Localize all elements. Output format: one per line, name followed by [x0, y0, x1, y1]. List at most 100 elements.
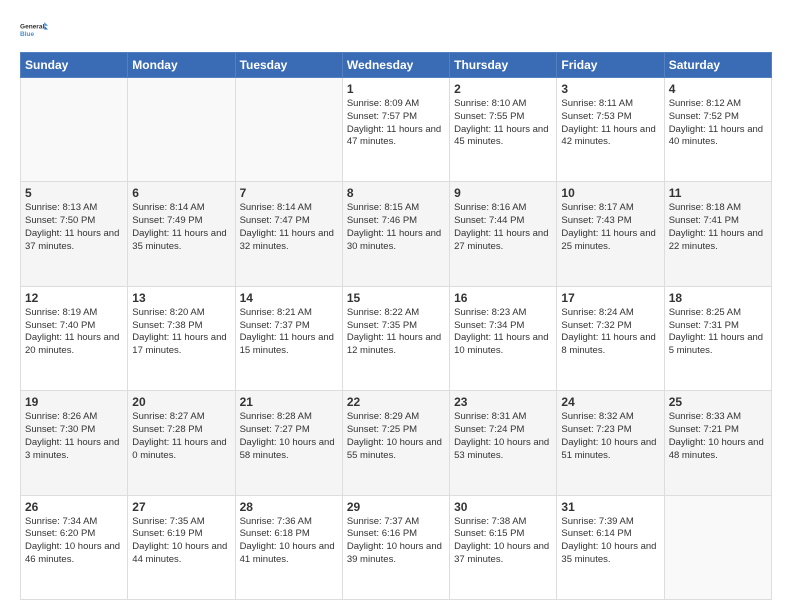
day-info: Sunrise: 8:21 AM Sunset: 7:37 PM Dayligh…: [240, 307, 338, 358]
col-header-tuesday: Tuesday: [235, 53, 342, 78]
svg-text:Blue: Blue: [20, 31, 34, 38]
day-cell: [664, 495, 771, 599]
day-number: 13: [132, 291, 230, 305]
day-number: 7: [240, 186, 338, 200]
col-header-saturday: Saturday: [664, 53, 771, 78]
day-cell: 22Sunrise: 8:29 AM Sunset: 7:25 PM Dayli…: [342, 391, 449, 495]
day-cell: 23 Sunrise: 8:31 AM Sunset: 7:24 PM Dayli…: [450, 391, 557, 495]
day-number: 29: [347, 500, 445, 514]
day-info: Sunrise: 8:27 AM Sunset: 7:28 PM Dayligh…: [132, 411, 230, 462]
day-cell: 10 Sunrise: 8:17 AM Sunset: 7:43 PM Dayli…: [557, 182, 664, 286]
day-cell: [128, 78, 235, 182]
day-number: 10: [561, 186, 659, 200]
day-number: 27: [132, 500, 230, 514]
day-info: Sunrise: 8:26 AM Sunset: 7:30 PM Dayligh…: [25, 411, 123, 462]
week-row-3: 12Sunrise: 8:19 AM Sunset: 7:40 PM Dayli…: [21, 286, 772, 390]
day-cell: 26Sunrise: 7:34 AM Sunset: 6:20 PM Dayli…: [21, 495, 128, 599]
day-cell: 9 Sunrise: 8:16 AM Sunset: 7:44 PM Daylig…: [450, 182, 557, 286]
day-info: Sunrise: 8:17 AM Sunset: 7:43 PM Dayligh…: [561, 202, 659, 253]
day-number: 16: [454, 291, 552, 305]
week-row-1: 1 Sunrise: 8:09 AM Sunset: 7:57 PM Daylig…: [21, 78, 772, 182]
day-info: Sunrise: 8:12 AM Sunset: 7:52 PM Dayligh…: [669, 98, 767, 149]
day-cell: 31Sunrise: 7:39 AM Sunset: 6:14 PM Dayli…: [557, 495, 664, 599]
day-number: 4: [669, 82, 767, 96]
calendar-header-row: SundayMondayTuesdayWednesdayThursdayFrid…: [21, 53, 772, 78]
day-number: 3: [561, 82, 659, 96]
day-info: Sunrise: 8:18 AM Sunset: 7:41 PM Dayligh…: [669, 202, 767, 253]
day-cell: 28Sunrise: 7:36 AM Sunset: 6:18 PM Dayli…: [235, 495, 342, 599]
day-cell: 18 Sunrise: 8:25 AM Sunset: 7:31 PM Dayli…: [664, 286, 771, 390]
day-info: Sunrise: 8:33 AM Sunset: 7:21 PM Dayligh…: [669, 411, 767, 462]
calendar-table: SundayMondayTuesdayWednesdayThursdayFrid…: [20, 52, 772, 600]
day-info: Sunrise: 8:32 AM Sunset: 7:23 PM Dayligh…: [561, 411, 659, 462]
day-cell: 6 Sunrise: 8:14 AM Sunset: 7:49 PM Daylig…: [128, 182, 235, 286]
day-number: 6: [132, 186, 230, 200]
day-cell: 2 Sunrise: 8:10 AM Sunset: 7:55 PM Daylig…: [450, 78, 557, 182]
day-number: 23: [454, 395, 552, 409]
day-info: Sunrise: 8:09 AM Sunset: 7:57 PM Dayligh…: [347, 98, 445, 149]
header: General Blue: [20, 16, 772, 44]
day-number: 25: [669, 395, 767, 409]
day-info: Sunrise: 8:22 AM Sunset: 7:35 PM Dayligh…: [347, 307, 445, 358]
day-info: Sunrise: 8:16 AM Sunset: 7:44 PM Dayligh…: [454, 202, 552, 253]
week-row-2: 5 Sunrise: 8:13 AM Sunset: 7:50 PM Daylig…: [21, 182, 772, 286]
day-number: 11: [669, 186, 767, 200]
day-cell: 1 Sunrise: 8:09 AM Sunset: 7:57 PM Daylig…: [342, 78, 449, 182]
day-cell: 5 Sunrise: 8:13 AM Sunset: 7:50 PM Daylig…: [21, 182, 128, 286]
day-info: Sunrise: 7:38 AM Sunset: 6:15 PM Dayligh…: [454, 516, 552, 567]
day-info: Sunrise: 8:29 AM Sunset: 7:25 PM Dayligh…: [347, 411, 445, 462]
day-cell: [21, 78, 128, 182]
day-info: Sunrise: 8:31 AM Sunset: 7:24 PM Dayligh…: [454, 411, 552, 462]
day-cell: 4 Sunrise: 8:12 AM Sunset: 7:52 PM Daylig…: [664, 78, 771, 182]
col-header-friday: Friday: [557, 53, 664, 78]
day-cell: 3Sunrise: 8:11 AM Sunset: 7:53 PM Daylig…: [557, 78, 664, 182]
day-info: Sunrise: 8:13 AM Sunset: 7:50 PM Dayligh…: [25, 202, 123, 253]
day-number: 17: [561, 291, 659, 305]
day-number: 8: [347, 186, 445, 200]
day-cell: 8Sunrise: 8:15 AM Sunset: 7:46 PM Daylig…: [342, 182, 449, 286]
day-number: 24: [561, 395, 659, 409]
day-info: Sunrise: 8:25 AM Sunset: 7:31 PM Dayligh…: [669, 307, 767, 358]
day-number: 1: [347, 82, 445, 96]
col-header-wednesday: Wednesday: [342, 53, 449, 78]
day-number: 9: [454, 186, 552, 200]
day-cell: [235, 78, 342, 182]
day-cell: 15 Sunrise: 8:22 AM Sunset: 7:35 PM Dayli…: [342, 286, 449, 390]
day-cell: 17 Sunrise: 8:24 AM Sunset: 7:32 PM Dayli…: [557, 286, 664, 390]
day-info: Sunrise: 8:24 AM Sunset: 7:32 PM Dayligh…: [561, 307, 659, 358]
day-number: 21: [240, 395, 338, 409]
day-info: Sunrise: 7:36 AM Sunset: 6:18 PM Dayligh…: [240, 516, 338, 567]
day-cell: 19Sunrise: 8:26 AM Sunset: 7:30 PM Dayli…: [21, 391, 128, 495]
day-cell: 24 Sunrise: 8:32 AM Sunset: 7:23 PM Dayli…: [557, 391, 664, 495]
day-cell: 27Sunrise: 7:35 AM Sunset: 6:19 PM Dayli…: [128, 495, 235, 599]
day-cell: 14 Sunrise: 8:21 AM Sunset: 7:37 PM Dayli…: [235, 286, 342, 390]
day-number: 2: [454, 82, 552, 96]
day-cell: 7 Sunrise: 8:14 AM Sunset: 7:47 PM Daylig…: [235, 182, 342, 286]
day-info: Sunrise: 8:10 AM Sunset: 7:55 PM Dayligh…: [454, 98, 552, 149]
day-info: Sunrise: 8:20 AM Sunset: 7:38 PM Dayligh…: [132, 307, 230, 358]
col-header-monday: Monday: [128, 53, 235, 78]
day-number: 20: [132, 395, 230, 409]
svg-text:General: General: [20, 24, 44, 31]
day-info: Sunrise: 8:14 AM Sunset: 7:49 PM Dayligh…: [132, 202, 230, 253]
page: General Blue SundayMondayTuesdayWednesda…: [0, 0, 792, 612]
day-number: 15: [347, 291, 445, 305]
logo: General Blue: [20, 16, 48, 44]
day-cell: 12Sunrise: 8:19 AM Sunset: 7:40 PM Dayli…: [21, 286, 128, 390]
day-info: Sunrise: 8:14 AM Sunset: 7:47 PM Dayligh…: [240, 202, 338, 253]
day-info: Sunrise: 8:23 AM Sunset: 7:34 PM Dayligh…: [454, 307, 552, 358]
day-cell: 30 Sunrise: 7:38 AM Sunset: 6:15 PM Dayli…: [450, 495, 557, 599]
day-number: 18: [669, 291, 767, 305]
day-cell: 16 Sunrise: 8:23 AM Sunset: 7:34 PM Dayli…: [450, 286, 557, 390]
col-header-sunday: Sunday: [21, 53, 128, 78]
day-cell: 29Sunrise: 7:37 AM Sunset: 6:16 PM Dayli…: [342, 495, 449, 599]
day-cell: 21Sunrise: 8:28 AM Sunset: 7:27 PM Dayli…: [235, 391, 342, 495]
week-row-5: 26Sunrise: 7:34 AM Sunset: 6:20 PM Dayli…: [21, 495, 772, 599]
day-number: 31: [561, 500, 659, 514]
day-number: 30: [454, 500, 552, 514]
day-number: 5: [25, 186, 123, 200]
day-number: 26: [25, 500, 123, 514]
day-cell: 11 Sunrise: 8:18 AM Sunset: 7:41 PM Dayli…: [664, 182, 771, 286]
day-number: 14: [240, 291, 338, 305]
day-info: Sunrise: 8:19 AM Sunset: 7:40 PM Dayligh…: [25, 307, 123, 358]
